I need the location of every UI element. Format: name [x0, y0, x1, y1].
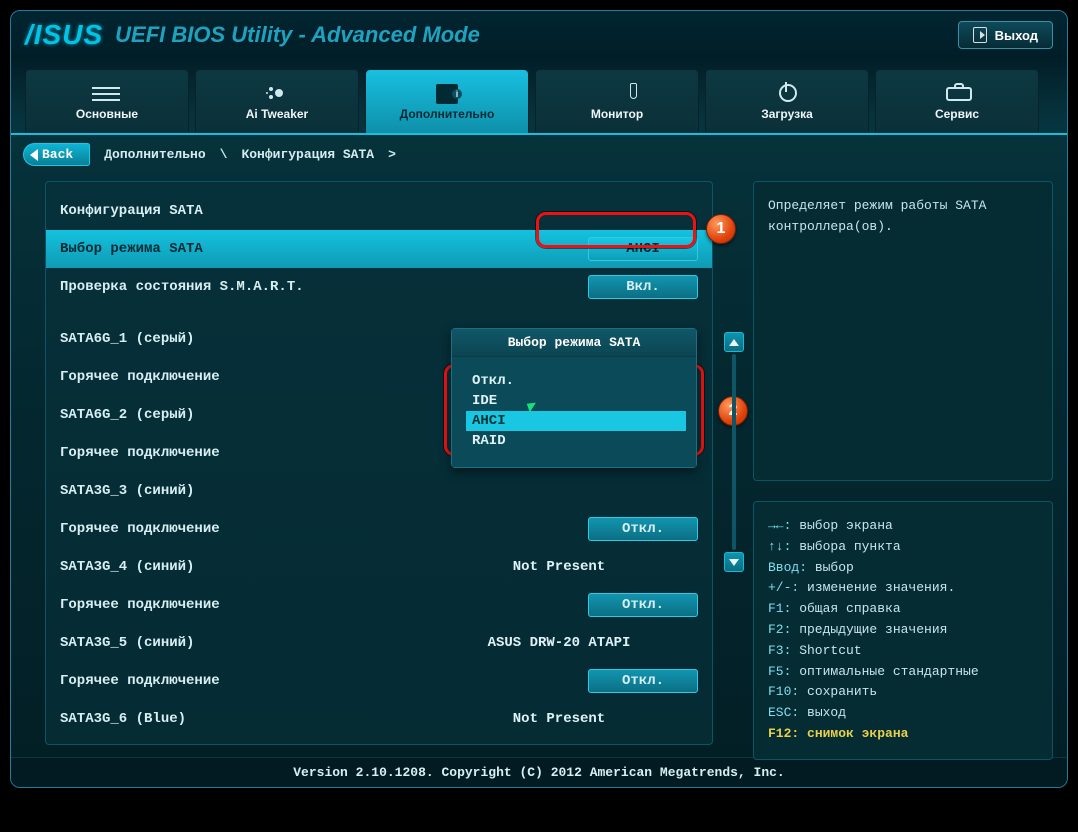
row-sata3g3: SATA3G_3 (синий) — [46, 472, 712, 510]
tab-ai-tweaker[interactable]: Ai Tweaker — [195, 69, 359, 133]
row-sata3g6: SATA3G_6 (Blue) Not Present — [46, 700, 712, 738]
tab-label: Дополнительно — [400, 107, 495, 121]
dropdown-option-disabled[interactable]: Откл. — [466, 371, 686, 391]
tab-bar: Основные Ai Tweaker Дополнительно Монито… — [11, 59, 1067, 133]
row-value: ASUS DRW-20 ATAPI — [420, 635, 698, 651]
row-sata3g4: SATA3G_4 (синий) Not Present — [46, 548, 712, 586]
hotplug-value-button[interactable]: Откл. — [588, 517, 698, 541]
smart-value-button[interactable]: Вкл. — [588, 275, 698, 299]
exit-label: Выход — [995, 28, 1038, 43]
scroll-up-button[interactable] — [724, 332, 744, 352]
hotplug-value-button[interactable]: Откл. — [588, 669, 698, 693]
hotkey-line: F5: оптимальные стандартные — [768, 662, 1038, 683]
chevron-up-icon — [729, 339, 739, 346]
tab-label: Загрузка — [761, 107, 813, 121]
row-value: Not Present — [420, 711, 698, 727]
hotkey-line: F3: Shortcut — [768, 641, 1038, 662]
sata-mode-dropdown[interactable]: Выбор режима SATA Откл. IDE AHCI RAID — [451, 328, 697, 468]
tab-label: Монитор — [591, 107, 643, 121]
row-label: Горячее подключение — [60, 369, 420, 385]
row-label: SATA3G_5 (синий) — [60, 635, 420, 651]
breadcrumb-arrow: > — [388, 147, 396, 162]
tab-main[interactable]: Основные — [25, 69, 189, 133]
hotkey-line: Ввод: выбор — [768, 558, 1038, 579]
toolbox-icon — [942, 83, 972, 103]
hotkey-line: +/-: изменение значения. — [768, 578, 1038, 599]
row-label: SATA6G_1 (серый) — [60, 331, 420, 347]
tab-label: Сервис — [935, 107, 979, 121]
row-hotplug-5[interactable]: Горячее подключение Откл. — [46, 662, 712, 700]
footer-bar: Version 2.10.1208. Copyright (C) 2012 Am… — [11, 757, 1067, 787]
tab-label: Основные — [76, 107, 138, 121]
scroll-down-button[interactable] — [724, 552, 744, 572]
sata-mode-value-button[interactable]: AHCI — [588, 237, 698, 261]
hotkey-line: F10: сохранить — [768, 682, 1038, 703]
tab-tool[interactable]: Сервис — [875, 69, 1039, 133]
footer-text: Version 2.10.1208. Copyright (C) 2012 Am… — [293, 765, 784, 780]
asus-logo: /ISUS — [25, 19, 103, 51]
row-smart[interactable]: Проверка состояния S.M.A.R.T. Вкл. — [46, 268, 712, 306]
hotplug-value-button[interactable]: Откл. — [588, 593, 698, 617]
title-bar: /ISUS UEFI BIOS Utility - Advanced Mode … — [11, 11, 1067, 59]
row-hotplug-3[interactable]: Горячее подключение Откл. — [46, 510, 712, 548]
breadcrumb-part: Конфигурация SATA — [241, 147, 374, 162]
row-value: Not Present — [420, 559, 698, 575]
row-label: Горячее подключение — [60, 597, 420, 613]
hotkey-line-screenshot: F12: снимок экрана — [768, 724, 1038, 745]
description-text: Определяет режим работы SATA контроллера… — [768, 198, 986, 234]
scrollbar-track[interactable] — [732, 354, 736, 550]
back-label: Back — [42, 147, 73, 162]
breadcrumb: Back Дополнительно \ Конфигурация SATA > — [23, 143, 396, 166]
tab-advanced[interactable]: Дополнительно — [365, 69, 529, 133]
fan-icon — [265, 83, 289, 103]
row-label: SATA3G_3 (синий) — [60, 483, 420, 499]
tab-label: Ai Tweaker — [246, 107, 308, 121]
hotkeys-panel: →←: выбор экрана ↑↓: выбора пункта Ввод:… — [753, 501, 1053, 760]
side-panels: Определяет режим работы SATA контроллера… — [753, 181, 1053, 745]
utility-title: UEFI BIOS Utility - Advanced Mode — [115, 22, 480, 48]
row-sata-mode[interactable]: Выбор режима SATA AHCI — [46, 230, 712, 268]
chevron-down-icon — [729, 559, 739, 566]
heading-text: Конфигурация SATA — [60, 203, 420, 219]
description-panel: Определяет режим работы SATA контроллера… — [753, 181, 1053, 481]
exit-icon — [973, 27, 987, 43]
dropdown-title: Выбор режима SATA — [452, 329, 696, 357]
row-label: Выбор режима SATA — [60, 241, 420, 257]
dropdown-option-ahci[interactable]: AHCI — [466, 411, 686, 431]
thermometer-icon — [610, 83, 624, 103]
back-button[interactable]: Back — [23, 143, 90, 166]
row-label: Горячее подключение — [60, 521, 420, 537]
list-icon — [92, 83, 122, 103]
hotkey-line: F2: предыдущие значения — [768, 620, 1038, 641]
tab-boot[interactable]: Загрузка — [705, 69, 869, 133]
row-label: SATA3G_4 (синий) — [60, 559, 420, 575]
hotkey-line: →←: выбор экрана — [768, 516, 1038, 537]
bios-window: /ISUS UEFI BIOS Utility - Advanced Mode … — [10, 10, 1068, 788]
chevron-left-icon — [30, 149, 38, 161]
tab-monitor[interactable]: Монитор — [535, 69, 699, 133]
row-label: SATA3G_6 (Blue) — [60, 711, 420, 727]
exit-button[interactable]: Выход — [958, 21, 1053, 49]
hotkey-line: ESC: выход — [768, 703, 1038, 724]
row-label: Проверка состояния S.M.A.R.T. — [60, 279, 420, 295]
breadcrumb-sep: \ — [220, 147, 228, 162]
hotkey-line: F1: общая справка — [768, 599, 1038, 620]
content-area: Back Дополнительно\ Конфигурация SATA > … — [11, 133, 1067, 757]
row-label: Горячее подключение — [60, 445, 420, 461]
settings-panel: Конфигурация SATA Выбор режима SATA AHCI… — [45, 181, 713, 745]
dropdown-body: Откл. IDE AHCI RAID — [452, 357, 696, 467]
section-heading: Конфигурация SATA — [46, 192, 712, 230]
dropdown-option-ide[interactable]: IDE — [466, 391, 686, 411]
power-icon — [772, 83, 802, 103]
breadcrumb-part: Дополнительно — [104, 147, 205, 162]
chip-icon — [432, 83, 462, 103]
row-sata3g5: SATA3G_5 (синий) ASUS DRW-20 ATAPI — [46, 624, 712, 662]
dropdown-option-raid[interactable]: RAID — [466, 431, 686, 451]
row-hotplug-4[interactable]: Горячее подключение Откл. — [46, 586, 712, 624]
hotkey-line: ↑↓: выбора пункта — [768, 537, 1038, 558]
row-label: SATA6G_2 (серый) — [60, 407, 420, 423]
row-label: Горячее подключение — [60, 673, 420, 689]
